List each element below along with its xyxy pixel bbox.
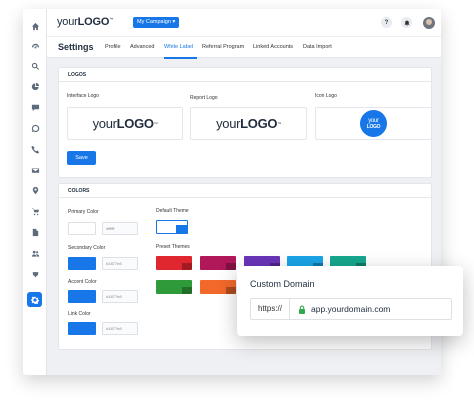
preset-theme-swatch[interactable] (156, 256, 192, 270)
tab-referral-program[interactable]: Referral Program (202, 44, 244, 50)
icon-logo-line2: LOGO (366, 123, 381, 130)
secondary-color-hex-input[interactable]: #1877e8 (102, 257, 138, 270)
users-icon[interactable] (29, 247, 41, 259)
custom-domain-input[interactable]: https:// app.yourdomain.com (250, 298, 452, 320)
accent-color-label: Accent Color (68, 279, 97, 285)
primary-color-label: Primary Color (68, 209, 99, 215)
search-icon[interactable] (29, 60, 41, 72)
preset-themes-label: Preset Themes (156, 244, 190, 250)
interface-logo-label: Interface Logo (67, 93, 99, 99)
icon-logo-preview: your LOGO (360, 110, 387, 137)
accent-color-swatch[interactable] (68, 290, 96, 303)
logos-card: LOGOS Interface Logo Report Logo Icon Lo… (58, 67, 432, 178)
chat-icon[interactable] (29, 101, 41, 113)
preset-theme-swatch[interactable] (200, 280, 236, 294)
active-tab-indicator (164, 57, 197, 59)
primary-color-hex-input[interactable]: #ffffff (102, 222, 138, 235)
colors-header: COLORS (59, 184, 431, 198)
phone-icon[interactable] (29, 143, 41, 155)
link-color-swatch[interactable] (68, 322, 96, 335)
tab-white-label[interactable]: White Label (164, 44, 193, 50)
brand-logo[interactable]: yourLOGO™ (57, 16, 113, 28)
accent-color-hex-input[interactable]: #1877e8 (102, 290, 138, 303)
tab-data-import[interactable]: Data Import (303, 44, 332, 50)
mail-icon[interactable] (29, 164, 41, 176)
default-theme-label: Default Theme (156, 208, 189, 214)
secondary-color-label: Secondary Color (68, 245, 106, 251)
notifications-button[interactable] (401, 17, 412, 28)
settings-header: Settings Profile Advanced White Label Re… (47, 36, 441, 59)
report-logo-bold: LOGO (240, 116, 278, 131)
logos-header: LOGOS (59, 68, 431, 82)
pie-chart-icon[interactable] (29, 80, 41, 92)
link-color-hex-input[interactable]: #1877e8 (102, 322, 138, 335)
lock-icon (299, 305, 305, 314)
secondary-color-swatch[interactable] (68, 257, 96, 270)
document-icon[interactable] (29, 226, 41, 238)
logo-text-prefix: your (57, 16, 78, 28)
bell-icon (404, 20, 409, 26)
location-icon[interactable] (29, 184, 41, 196)
home-icon[interactable] (29, 20, 41, 32)
tab-profile[interactable]: Profile (105, 44, 121, 50)
whatsapp-icon[interactable] (29, 122, 41, 134)
top-bar: yourLOGO™ My Campaign ▾ ? (47, 9, 441, 36)
settings-icon[interactable] (27, 292, 42, 307)
tab-linked-accounts[interactable]: Linked Accounts (253, 44, 293, 50)
tab-advanced[interactable]: Advanced (130, 44, 154, 50)
cart-icon[interactable] (29, 205, 41, 217)
default-theme-option[interactable] (156, 220, 188, 234)
help-button[interactable]: ? (381, 17, 392, 28)
custom-domain-url: app.yourdomain.com (311, 304, 391, 314)
protocol-prefix: https:// (251, 299, 290, 319)
custom-domain-card: Custom Domain https:// app.yourdomain.co… (237, 266, 463, 336)
report-logo-label: Report Logo (190, 95, 218, 101)
logo-text-bold: LOGO (77, 16, 110, 28)
interface-logo-prefix: your (92, 116, 117, 131)
interface-logo-upload[interactable]: your LOGO ™ (67, 107, 183, 140)
interface-logo-bold: LOGO (116, 116, 154, 131)
link-color-label: Link Color (68, 311, 91, 317)
campaign-dropdown[interactable]: My Campaign ▾ (133, 17, 180, 28)
report-logo-upload[interactable]: your LOGO ™ (190, 107, 307, 140)
icon-logo-label: Icon Logo (315, 93, 337, 99)
preset-theme-swatch[interactable] (200, 256, 236, 270)
primary-color-swatch[interactable] (68, 222, 96, 235)
save-button[interactable]: Save (67, 151, 96, 165)
sidebar (23, 9, 47, 375)
plug-icon[interactable] (29, 267, 41, 279)
page-title: Settings (58, 42, 94, 52)
interface-logo-tm: ™ (153, 121, 158, 126)
user-avatar[interactable] (423, 17, 435, 29)
logo-trademark: ™ (109, 16, 114, 22)
preset-theme-swatch[interactable] (156, 280, 192, 294)
dashboard-icon[interactable] (29, 40, 41, 52)
report-logo-tm: ™ (277, 121, 281, 126)
icon-logo-upload[interactable]: your LOGO (315, 107, 432, 140)
report-logo-prefix: your (216, 116, 241, 131)
custom-domain-title: Custom Domain (250, 279, 315, 289)
